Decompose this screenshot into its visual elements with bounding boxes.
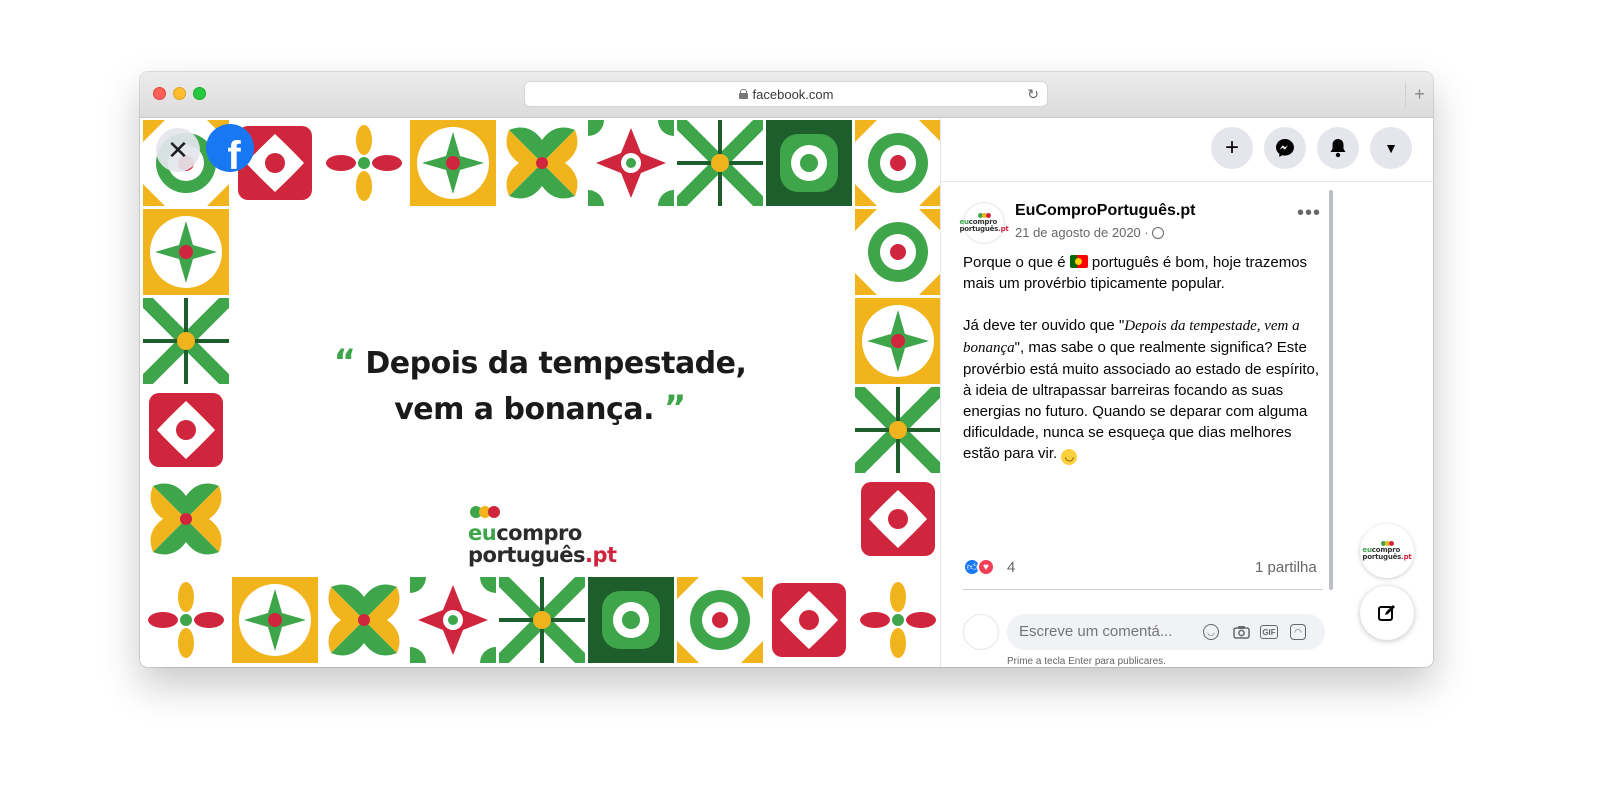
emoji-icon[interactable]: ◡ [1203,624,1219,640]
post-options-button[interactable]: ••• [1297,202,1321,225]
azulejo-tile [143,387,229,473]
messenger-icon[interactable] [1264,127,1306,169]
azulejo-tile [410,577,496,663]
post-image: ✕ f “ Depois da tempestade, vem a bonanç… [140,118,940,667]
facebook-logo-letter: f [227,134,241,172]
portugal-flag-icon [1069,255,1088,268]
azulejo-tile [766,120,852,206]
azulejo-tile [855,120,940,206]
facebook-top-actions: + ▼ [941,118,1433,182]
new-tab-button[interactable]: + [1405,82,1433,108]
bell-icon[interactable] [1317,127,1359,169]
azulejo-tile [143,209,229,295]
compose-icon [1378,605,1395,621]
zoom-window-button[interactable] [193,87,206,100]
facebook-photo-viewer: ✕ f “ Depois da tempestade, vem a bonanç… [140,118,1433,667]
azulejo-tile [588,120,674,206]
post-scrollbar[interactable] [1329,190,1333,590]
proverb-quote: “ Depois da tempestade, vem a bonança. ” [330,340,750,432]
screenshot-stage: facebook.com ↻ + ✕ f “ Depois da tempest… [0,0,1600,800]
logo-text: eucompro português.pt [468,522,617,566]
comment-hint: Prime a tecla Enter para publicares. [1007,656,1166,667]
post-date-text: 21 de agosto de 2020 · [1015,225,1149,240]
quote-close-mark: ” [663,388,686,428]
azulejo-tile [677,577,763,663]
address-bar[interactable]: facebook.com ↻ [524,81,1048,107]
azulejo-tile [677,120,763,206]
love-reaction-icon: ♥ [977,558,995,576]
logo-pt: .pt [585,543,617,567]
account-menu-button[interactable]: ▼ [1370,127,1412,169]
reload-icon[interactable]: ↻ [1027,86,1039,103]
azulejo-tile [232,577,318,663]
reaction-count: 4 [1007,558,1016,576]
azulejo-tile [766,577,852,663]
page-name-link[interactable]: EuComproPortuguês.pt [1015,202,1195,220]
gif-icon[interactable]: GIF [1260,625,1278,639]
facebook-logo-icon[interactable]: f [206,124,254,172]
post-text-2a: Já deve ter ouvido que " [963,317,1125,334]
post-text: Porque o que é português é bom, hoje tra… [963,252,1323,486]
reactions-summary[interactable]: 👍︎ ♥ 4 [963,558,1015,576]
quote-line-2: vem a bonança. [394,392,654,427]
post-side-panel: + ▼ eucompro português.pt EuComproPortugu… [940,118,1433,667]
post-card: eucompro português.pt EuComproPortuguês.p… [951,182,1332,667]
lock-icon [738,89,748,99]
azulejo-tile [143,577,229,663]
smile-emoji-icon: ◡ [1061,449,1078,465]
post-text-2b: ", mas sabe o que realmente significa? E… [963,339,1320,462]
quote-line-1: Depois da tempestade, [365,346,747,381]
azulejo-tile [410,120,496,206]
globe-icon [1151,227,1164,239]
azulejo-tile [855,387,940,473]
url-text: facebook.com [752,86,834,102]
post-text-1a: Porque o que é [963,254,1070,271]
sticker-icon[interactable]: ◠ [1290,624,1306,640]
bubble-logo-pt: .pt [1401,553,1412,561]
post-divider [963,589,1323,590]
azulejo-tile [499,577,585,663]
eucomproportugues-logo: eucompro português.pt [468,506,617,566]
comment-input[interactable] [1019,623,1199,640]
new-message-button[interactable] [1360,586,1414,640]
user-avatar [963,614,999,650]
camera-icon[interactable] [1232,623,1250,641]
post-date[interactable]: 21 de agosto de 2020 · [1015,225,1164,240]
azulejo-tile [143,476,229,562]
azulejo-tile [499,120,585,206]
comment-box[interactable]: ◡ GIF ◠ [1007,614,1325,650]
quote-open-mark: “ [333,342,356,382]
logo-portugues: português [468,543,586,567]
logo-dots [470,506,617,518]
bubble-logo-portugues: português [1362,553,1402,561]
azulejo-tile [143,298,229,384]
azulejo-tile [855,298,940,384]
close-window-button[interactable] [153,87,166,100]
logo-compro: compro [496,521,582,545]
browser-titlebar: facebook.com ↻ + [140,72,1433,118]
avatar-logo-pt: .pt [998,225,1009,233]
minimize-window-button[interactable] [173,87,186,100]
azulejo-tile [855,476,940,562]
share-count-link[interactable]: 1 partilha [1255,559,1317,576]
azulejo-tile [855,209,940,295]
azulejo-tile [588,577,674,663]
avatar-logo-portugues: português [959,225,999,233]
browser-window: facebook.com ↻ + ✕ f “ Depois da tempest… [140,72,1433,667]
azulejo-tile [321,577,407,663]
azulejo-tile [855,577,940,663]
close-viewer-button[interactable]: ✕ [156,128,200,172]
azulejo-tile [321,120,407,206]
page-profile-bubble[interactable]: eucompro português.pt [1360,524,1414,578]
page-avatar[interactable]: eucompro português.pt [959,202,1009,244]
create-button[interactable]: + [1211,127,1253,169]
logo-eu: eu [468,521,497,545]
